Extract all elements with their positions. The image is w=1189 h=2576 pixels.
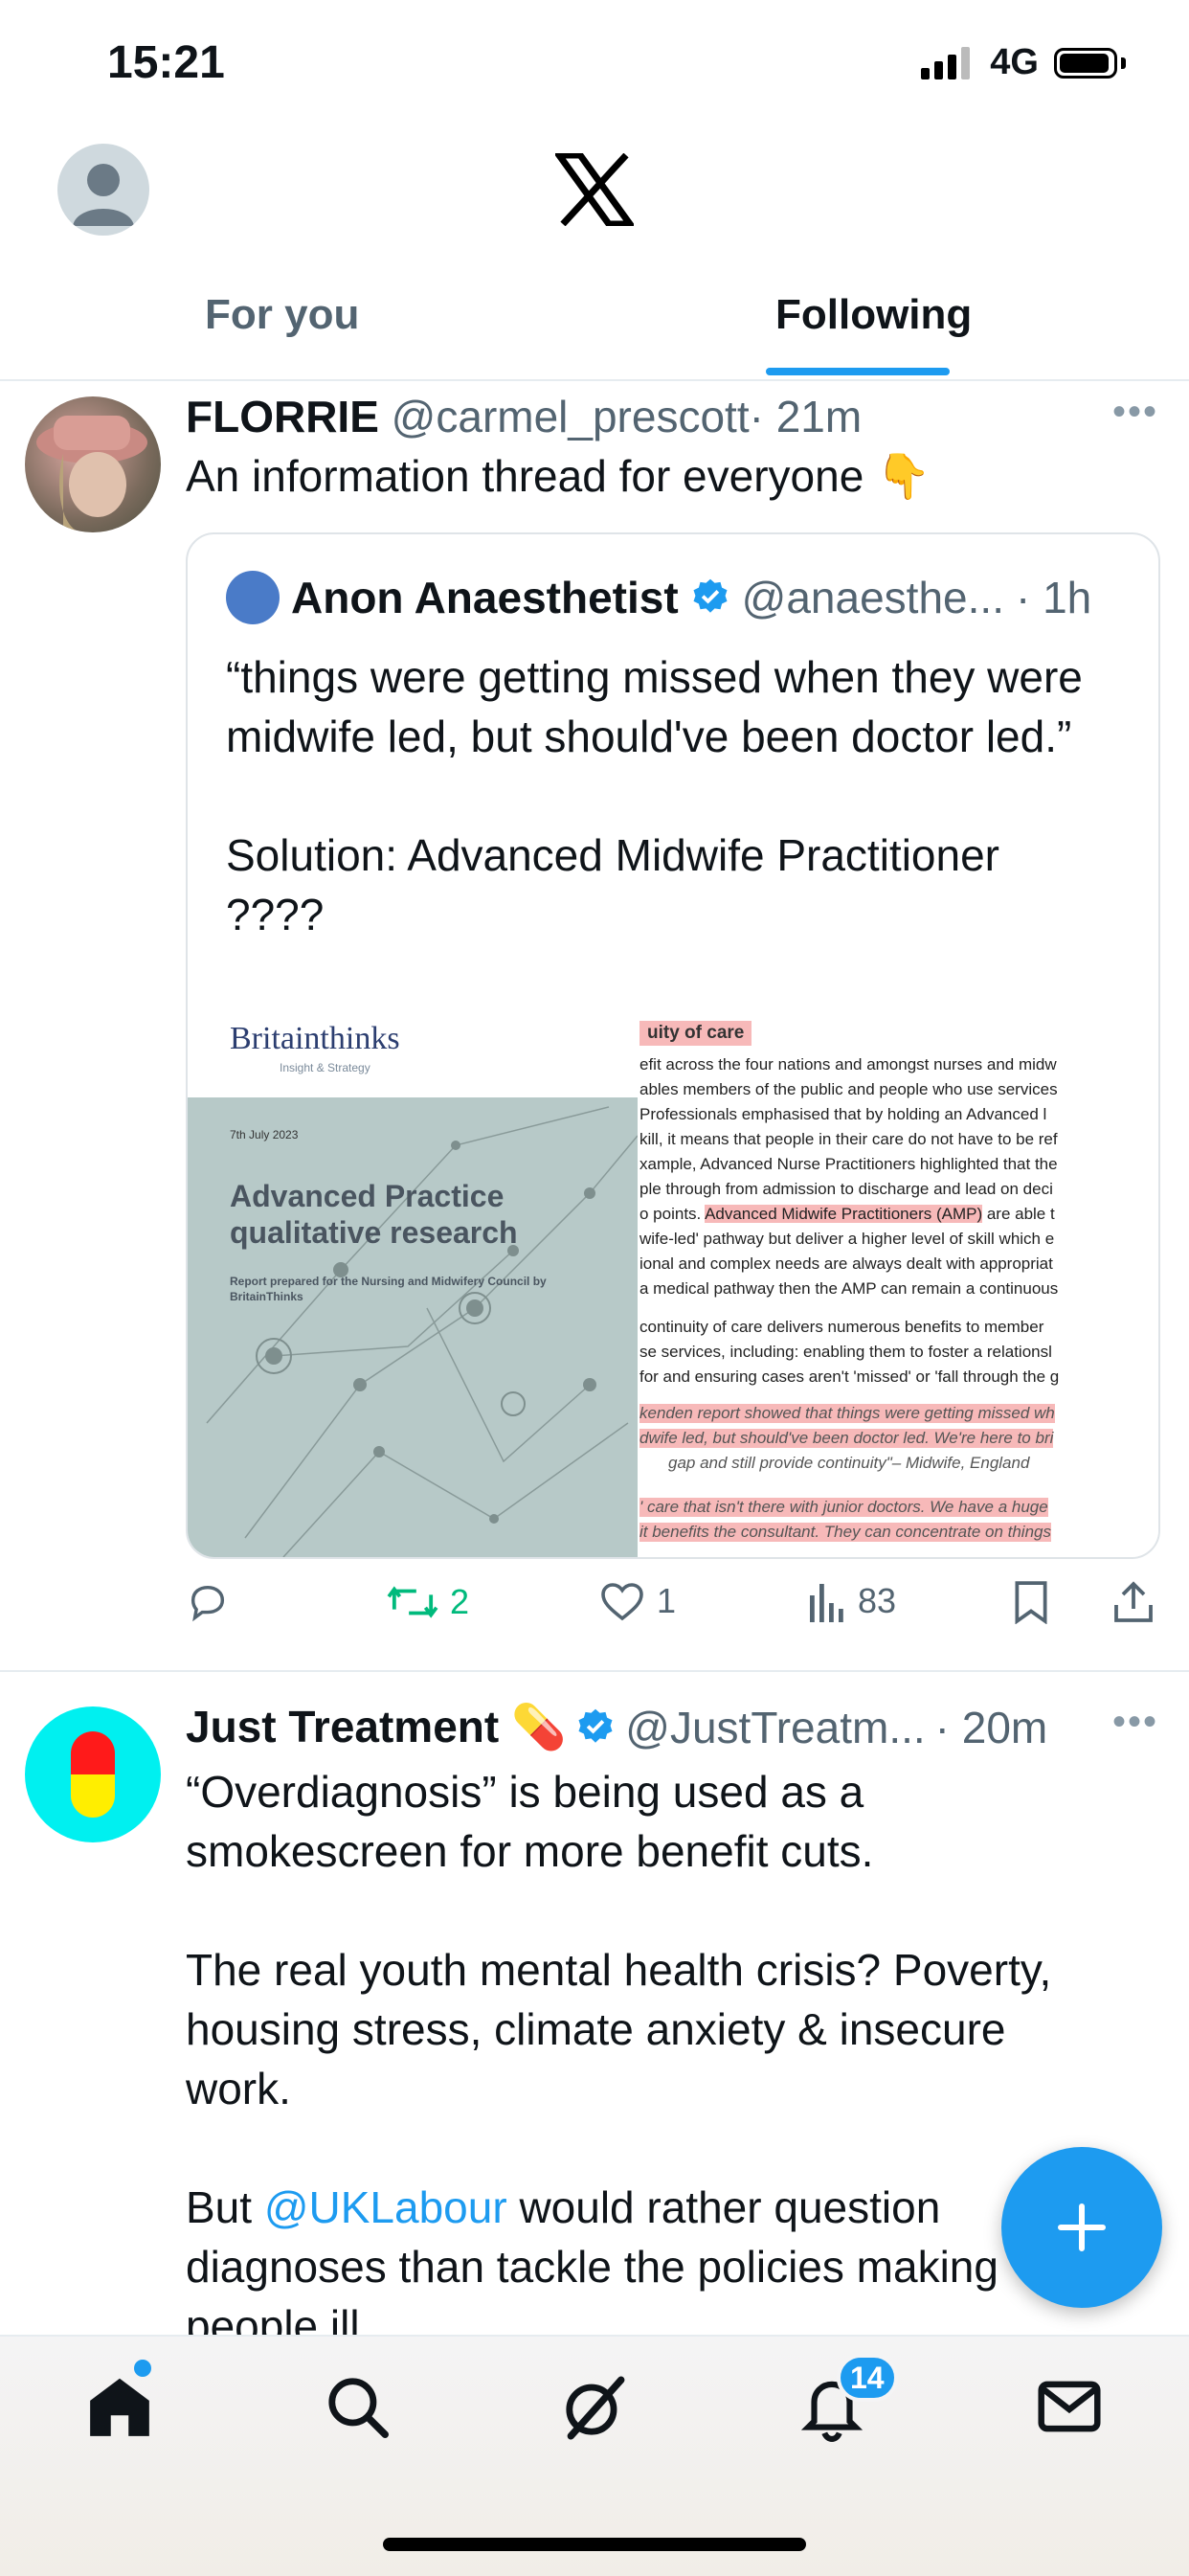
default-avatar-icon [73, 164, 134, 226]
network-label: 4G [990, 42, 1039, 82]
doc-quote-line: dwife led, but should've been doctor led… [639, 1429, 1054, 1448]
doc-text: o points. [639, 1205, 702, 1223]
doc-line: ables members of the public and people w… [639, 1080, 1058, 1098]
tweet-text-part: “Overdiagnosis” is being used as a smoke… [186, 1767, 1052, 2232]
doc-line: wife-led' pathway but deliver a higher l… [639, 1230, 1055, 1248]
report-brand: Britainthinks [230, 1021, 400, 1056]
x-logo-icon[interactable] [555, 153, 634, 226]
doc-line: for and ensuring cases aren't 'missed' o… [639, 1367, 1060, 1386]
doc-text: are able t [982, 1205, 1055, 1223]
status-indicators: 4G [921, 42, 1126, 83]
home-icon[interactable] [84, 2371, 155, 2442]
doc-line: o points. Advanced Midwife Practitioners… [639, 1205, 1055, 1224]
report-date: 7th July 2023 [230, 1128, 299, 1141]
doc-highlight: Advanced Midwife Practitioners (AMP) [705, 1205, 983, 1223]
search-icon[interactable] [322, 2371, 393, 2442]
pill-icon [71, 1731, 115, 1818]
home-indicator [383, 2538, 806, 2551]
tweet-divider [0, 1670, 1189, 1672]
reply-icon [191, 1585, 225, 1622]
compose-button[interactable] [1001, 2147, 1162, 2308]
author-name[interactable]: FLORRIE [186, 392, 379, 441]
tweet-text: An information thread for everyone 👇 [186, 451, 931, 501]
grok-icon[interactable] [559, 2371, 630, 2442]
tab-following[interactable]: Following [775, 291, 972, 339]
tweet-header: Just Treatment 💊 @JustTreatm... · 20m [186, 1701, 1047, 1753]
notifications-badge: 14 [837, 2354, 898, 2402]
views-icon [810, 1584, 843, 1622]
profile-avatar[interactable] [57, 144, 149, 236]
tab-for-you[interactable]: For you [205, 291, 359, 339]
tweet-text: “Overdiagnosis” is being used as a smoke… [186, 1762, 1105, 2356]
report-title: Advanced Practice qualitative research [230, 1179, 518, 1250]
verified-badge-icon [578, 1708, 613, 1743]
home-unread-dot [134, 2360, 151, 2377]
share-icon [1114, 1581, 1153, 1622]
doc-line: a medical pathway then the AMP can remai… [639, 1279, 1059, 1298]
doc-line: se services, including: enabling them to… [639, 1343, 1052, 1361]
signal-icon [921, 46, 971, 79]
repost-icon [387, 1586, 438, 1618]
status-time: 15:21 [107, 37, 225, 88]
doc-line: ional and complex needs are always dealt… [639, 1254, 1053, 1273]
doc-line: xample, Advanced Nurse Practitioners hig… [639, 1155, 1058, 1173]
doc-line: Professionals emphasised that by holding… [639, 1105, 1047, 1123]
more-icon[interactable]: ••• [1112, 1701, 1158, 1744]
report-cover-image[interactable]: Britainthinks Insight & Strategy 7th Jul… [188, 1021, 638, 1557]
doc-quote-line: kenden report showed that things were ge… [639, 1404, 1055, 1423]
author-handle[interactable]: @JustTreatm... [625, 1702, 925, 1753]
report-brand-sub: Insight & Strategy [280, 1061, 370, 1074]
compose-plus-icon [1058, 2203, 1106, 2251]
timeline-tabs: For you Following [0, 278, 1189, 381]
tweet-time: · 21m [749, 392, 863, 441]
bookmark-icon [1015, 1581, 1047, 1624]
author-handle[interactable]: @carmel_prescott [392, 392, 750, 441]
doc-line: continuity of care delivers numerous ben… [639, 1318, 1044, 1336]
doc-quote-line: it benefits the consultant. They can con… [639, 1523, 1051, 1542]
like-count: 1 [657, 1581, 677, 1620]
report-page-image[interactable]: uity of care efit across the four nation… [639, 1021, 1158, 1557]
tweet-avatar[interactable] [25, 1706, 161, 1842]
reply-button[interactable] [186, 1580, 241, 1624]
battery-icon [1054, 47, 1117, 79]
view-count: 83 [858, 1581, 897, 1620]
more-icon[interactable]: ••• [1112, 391, 1158, 434]
doc-line: efit across the four nations and amongst… [639, 1055, 1057, 1073]
verified-badge-icon [693, 578, 728, 613]
quoted-tweet-time: · 1h [1015, 573, 1092, 622]
quoted-tweet-text: “things were getting missed when they we… [226, 652, 1083, 939]
bookmark-button[interactable] [1013, 1580, 1049, 1624]
quoted-tweet[interactable]: Anon Anaesthetist @anaesthe... · 1h “thi… [186, 532, 1160, 1559]
doc-quote-line: gap and still provide continuity"– Midwi… [668, 1454, 1030, 1472]
share-button[interactable] [1112, 1580, 1155, 1624]
tweet-time: · 20m [934, 1702, 1048, 1752]
tweet-header: FLORRIE @carmel_prescott· 21m [186, 391, 862, 442]
doc-line: ple through from admission to discharge … [639, 1180, 1053, 1198]
like-icon [601, 1583, 643, 1621]
author-name[interactable]: Just Treatment 💊 [186, 1701, 566, 1753]
doc-heading: uity of care [639, 1021, 752, 1046]
active-tab-indicator [766, 368, 950, 375]
like-button[interactable]: 1 [599, 1580, 676, 1622]
report-subtitle: Report prepared for the Nursing and Midw… [230, 1275, 547, 1303]
quoted-author-handle: @anaesthe... [741, 573, 1004, 622]
repost-button[interactable]: 2 [387, 1580, 469, 1624]
repost-count: 2 [450, 1582, 470, 1621]
messages-icon[interactable] [1034, 2371, 1105, 2442]
mention-link[interactable]: @UKLabour [264, 2182, 507, 2232]
quoted-tweet-header: Anon Anaesthetist @anaesthe... · 1h [226, 571, 1091, 624]
quoted-avatar [226, 571, 280, 624]
views-button[interactable]: 83 [808, 1580, 896, 1622]
doc-quote-line: ' care that isn't there with junior doct… [639, 1498, 1048, 1517]
doc-line: kill, it means that people in their care… [639, 1130, 1058, 1148]
tweet-avatar[interactable] [25, 396, 161, 532]
quoted-author-name: Anon Anaesthetist [291, 573, 679, 622]
